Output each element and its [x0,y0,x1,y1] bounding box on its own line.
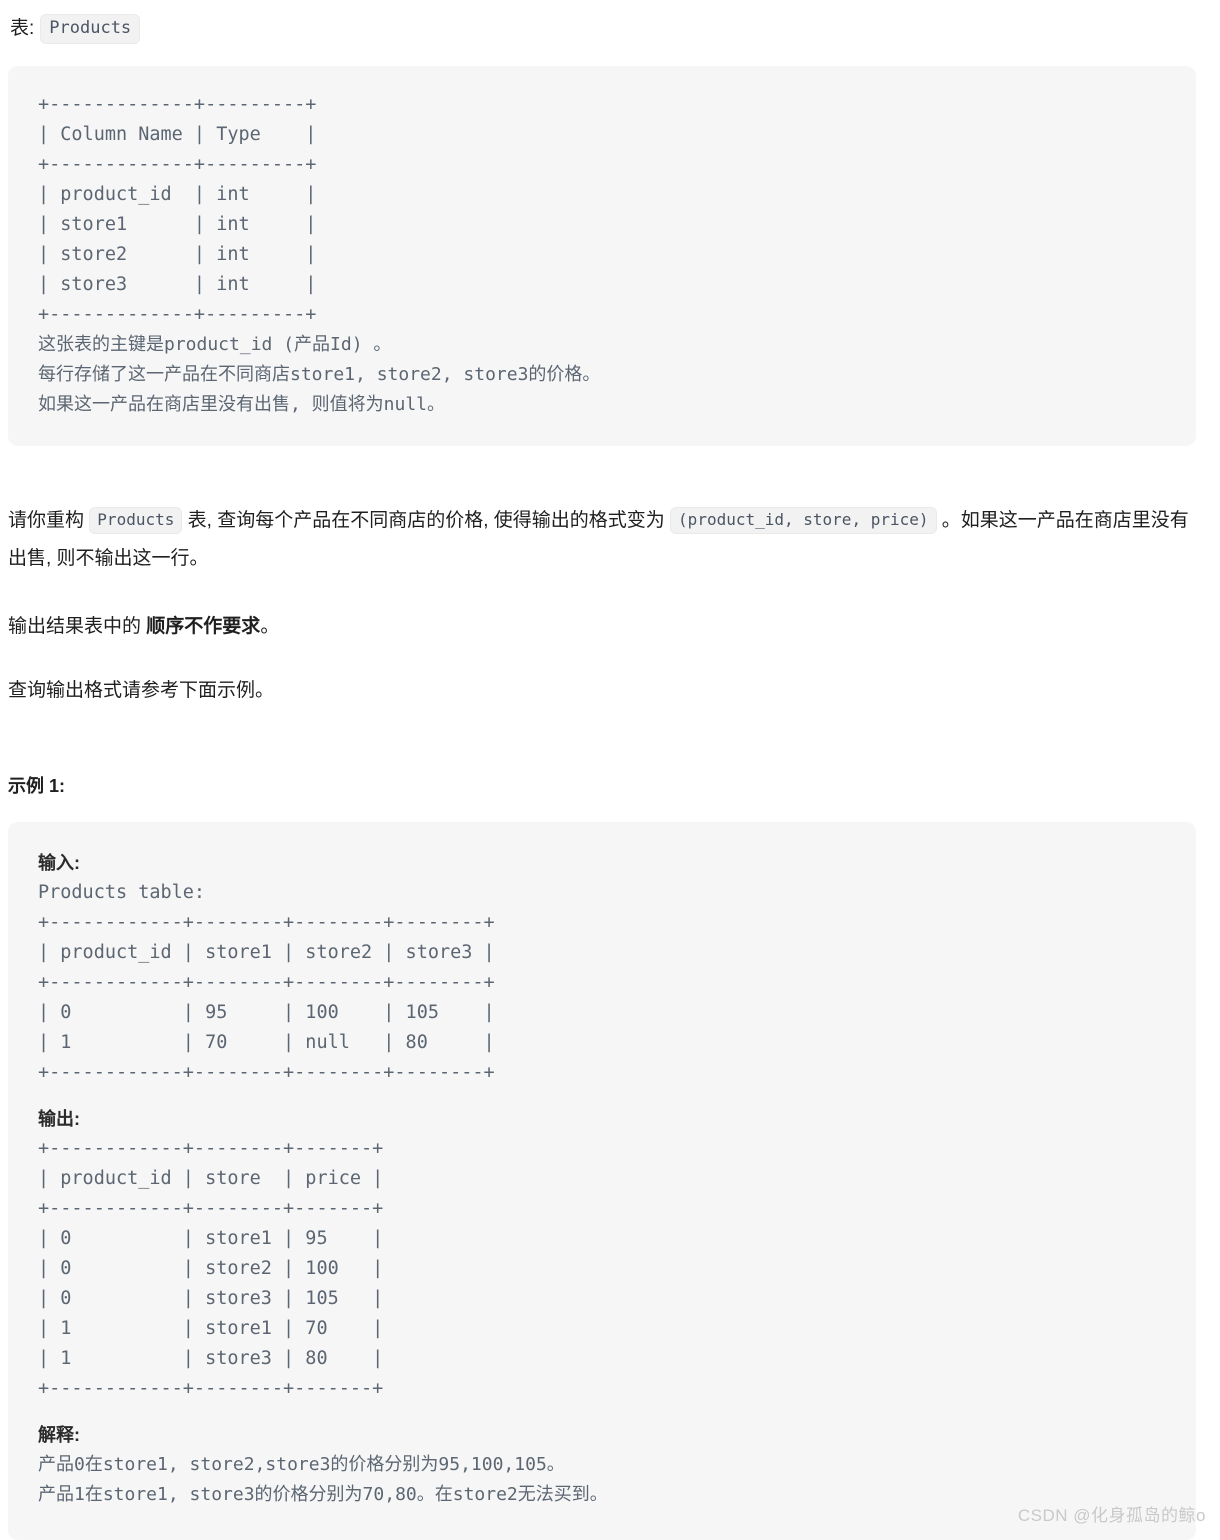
schema-notes: 这张表的主键是product_id (产品Id) 。 每行存储了这一产品在不同商… [38,333,601,415]
description-p2-text-1: 输出结果表中的 [8,615,142,637]
example-explanation-label: 解释: [38,1424,80,1445]
description-paragraph-1: 请你重构 Products 表, 查询每个产品在不同商店的价格, 使得输出的格式… [8,502,1200,578]
products-code-chip: Products [89,506,183,534]
csdn-watermark: CSDN @化身孤岛的鲸o [1017,1505,1206,1525]
table-heading-label: 表: [10,17,35,39]
table-heading: 表: Products [0,0,1220,44]
schema-panel: +-------------+---------+ | Column Name … [8,65,1196,446]
description-p1-text-2: 表, 查询每个产品在不同商店的价格, 使得输出的格式变为 [187,509,665,531]
description-paragraph-2: 输出结果表中的 顺序不作要求。 [8,608,1200,646]
example-title: 示例 1: [8,775,66,796]
description-paragraph-3: 查询输出格式请参考下面示例。 [8,679,275,701]
table-name-code-chip: Products [40,14,141,44]
description-p1-text-1: 请你重构 [8,509,85,531]
example-input-caption: Products table: [38,881,206,903]
description-p2-text-2: 。 [260,615,280,637]
example-output-label: 输出: [38,1108,80,1129]
example-explanation-text: 产品0在store1, store2,store3的价格分别为95,100,10… [38,1453,608,1505]
example-panel: 输入: Products table: +------------+------… [8,821,1196,1540]
schema-ascii-table: +-------------+---------+ | Column Name … [38,93,317,325]
example-input-table: +------------+--------+--------+--------… [38,911,495,1083]
problem-description-page: 表: Products +-------------+---------+ | … [0,0,1220,1540]
output-format-code-chip: (product_id, store, price) [670,506,937,534]
description-block: 请你重构 Products 表, 查询每个产品在不同商店的价格, 使得输出的格式… [8,446,1200,710]
example-input-label: 输入: [38,852,80,873]
example-output-table: +------------+--------+-------+ | produc… [38,1137,384,1399]
description-p2-bold: 顺序不作要求 [146,615,261,637]
